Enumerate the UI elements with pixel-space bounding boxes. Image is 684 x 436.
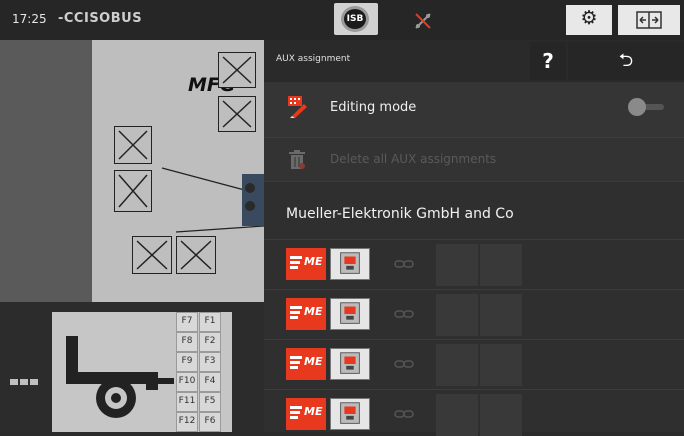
trash-icon <box>289 150 305 169</box>
me-logo-icon: ME <box>286 298 326 330</box>
mask-button-x[interactable] <box>132 236 172 274</box>
aux-assignment-panel: AUX assignment ? ⮌ Editing mode Delete a… <box>264 40 684 436</box>
link-icon[interactable] <box>394 356 414 372</box>
more-icon[interactable] <box>10 370 42 385</box>
assignment-slot[interactable] <box>480 244 522 286</box>
delete-all-label: Delete all AUX assignments <box>330 152 497 166</box>
assignment-slot[interactable] <box>480 344 522 386</box>
implement-icon <box>66 336 174 418</box>
function-key[interactable]: F12 <box>176 412 198 432</box>
isb-icon: ISB <box>341 6 369 32</box>
function-key[interactable]: F3 <box>199 352 221 372</box>
mask-button-x[interactable] <box>114 126 152 164</box>
settings-button[interactable]: ⚙ <box>566 5 612 35</box>
function-key[interactable]: F10 <box>176 372 198 392</box>
mask-button-x[interactable] <box>218 96 256 132</box>
help-button[interactable]: ? <box>530 42 566 80</box>
aux-header: AUX assignment ? ⮌ <box>264 40 684 82</box>
joystick-icon <box>330 398 370 430</box>
company-label: Mueller-Elektronik GmbH and Co <box>286 206 514 222</box>
gear-icon: ⚙ <box>580 7 598 29</box>
function-key[interactable]: F4 <box>199 372 221 392</box>
function-key[interactable]: F5 <box>199 392 221 412</box>
switch-screen-button[interactable] <box>618 5 680 35</box>
isobus-logo: -CCISOBUS <box>58 11 143 26</box>
aux-assignment-row[interactable]: ME <box>264 240 684 290</box>
implement-mask-area: MFG F7 F1 F8 F2 F9 F3 F10 F4 F11 F5 F12 … <box>0 40 264 432</box>
aux-assignment-row[interactable]: ME <box>264 290 684 340</box>
mask-button-x[interactable] <box>218 52 256 88</box>
switch-screen-icon <box>636 11 662 29</box>
function-key[interactable]: F11 <box>176 392 198 412</box>
isb-button[interactable]: ISB <box>334 3 378 35</box>
joystick-icon <box>330 248 370 280</box>
editing-mode-label: Editing mode <box>330 100 417 115</box>
link-icon[interactable] <box>394 256 414 272</box>
assignment-slot[interactable] <box>480 294 522 336</box>
back-button[interactable]: ⮌ <box>568 42 684 80</box>
function-key-panel: F7 F1 F8 F2 F9 F3 F10 F4 F11 F5 F12 F6 <box>176 312 222 432</box>
mask-side-strip <box>0 40 92 302</box>
assignment-slot[interactable] <box>436 244 478 286</box>
me-logo-icon: ME <box>286 398 326 430</box>
me-logo-icon: ME <box>286 348 326 380</box>
mask-button-x[interactable] <box>176 236 216 274</box>
function-key[interactable]: F9 <box>176 352 198 372</box>
delete-all-row[interactable]: Delete all AUX assignments <box>264 138 684 182</box>
editing-mode-row[interactable]: Editing mode <box>264 82 684 138</box>
implement-mask[interactable]: MFG <box>92 40 264 302</box>
mask-button-x[interactable] <box>114 170 152 212</box>
function-key[interactable]: F8 <box>176 332 198 352</box>
assignment-slot[interactable] <box>436 394 478 436</box>
aux-assignment-row[interactable]: ME <box>264 340 684 390</box>
clock: 17:25 <box>12 12 47 26</box>
joystick-icon <box>330 298 370 330</box>
top-status-bar: 17:25 -CCISOBUS ISB ⚙ <box>0 0 684 40</box>
function-key[interactable]: F1 <box>199 312 221 332</box>
disconnect-icon[interactable] <box>412 10 434 32</box>
edit-icon <box>288 96 307 118</box>
editing-mode-toggle[interactable] <box>628 98 668 116</box>
function-key[interactable]: F6 <box>199 412 221 432</box>
toggle-knob <box>628 98 646 116</box>
link-icon[interactable] <box>394 406 414 422</box>
link-icon[interactable] <box>394 306 414 322</box>
aux-assignment-row[interactable]: ME <box>264 390 684 436</box>
function-key[interactable]: F2 <box>199 332 221 352</box>
page-title: AUX assignment <box>276 54 351 64</box>
joystick-icon <box>330 348 370 380</box>
assignment-slot[interactable] <box>436 294 478 336</box>
assignment-slot[interactable] <box>436 344 478 386</box>
function-key[interactable]: F7 <box>176 312 198 332</box>
company-header-row: Mueller-Elektronik GmbH and Co <box>264 182 684 240</box>
assignment-slot[interactable] <box>480 394 522 436</box>
me-logo-icon: ME <box>286 248 326 280</box>
